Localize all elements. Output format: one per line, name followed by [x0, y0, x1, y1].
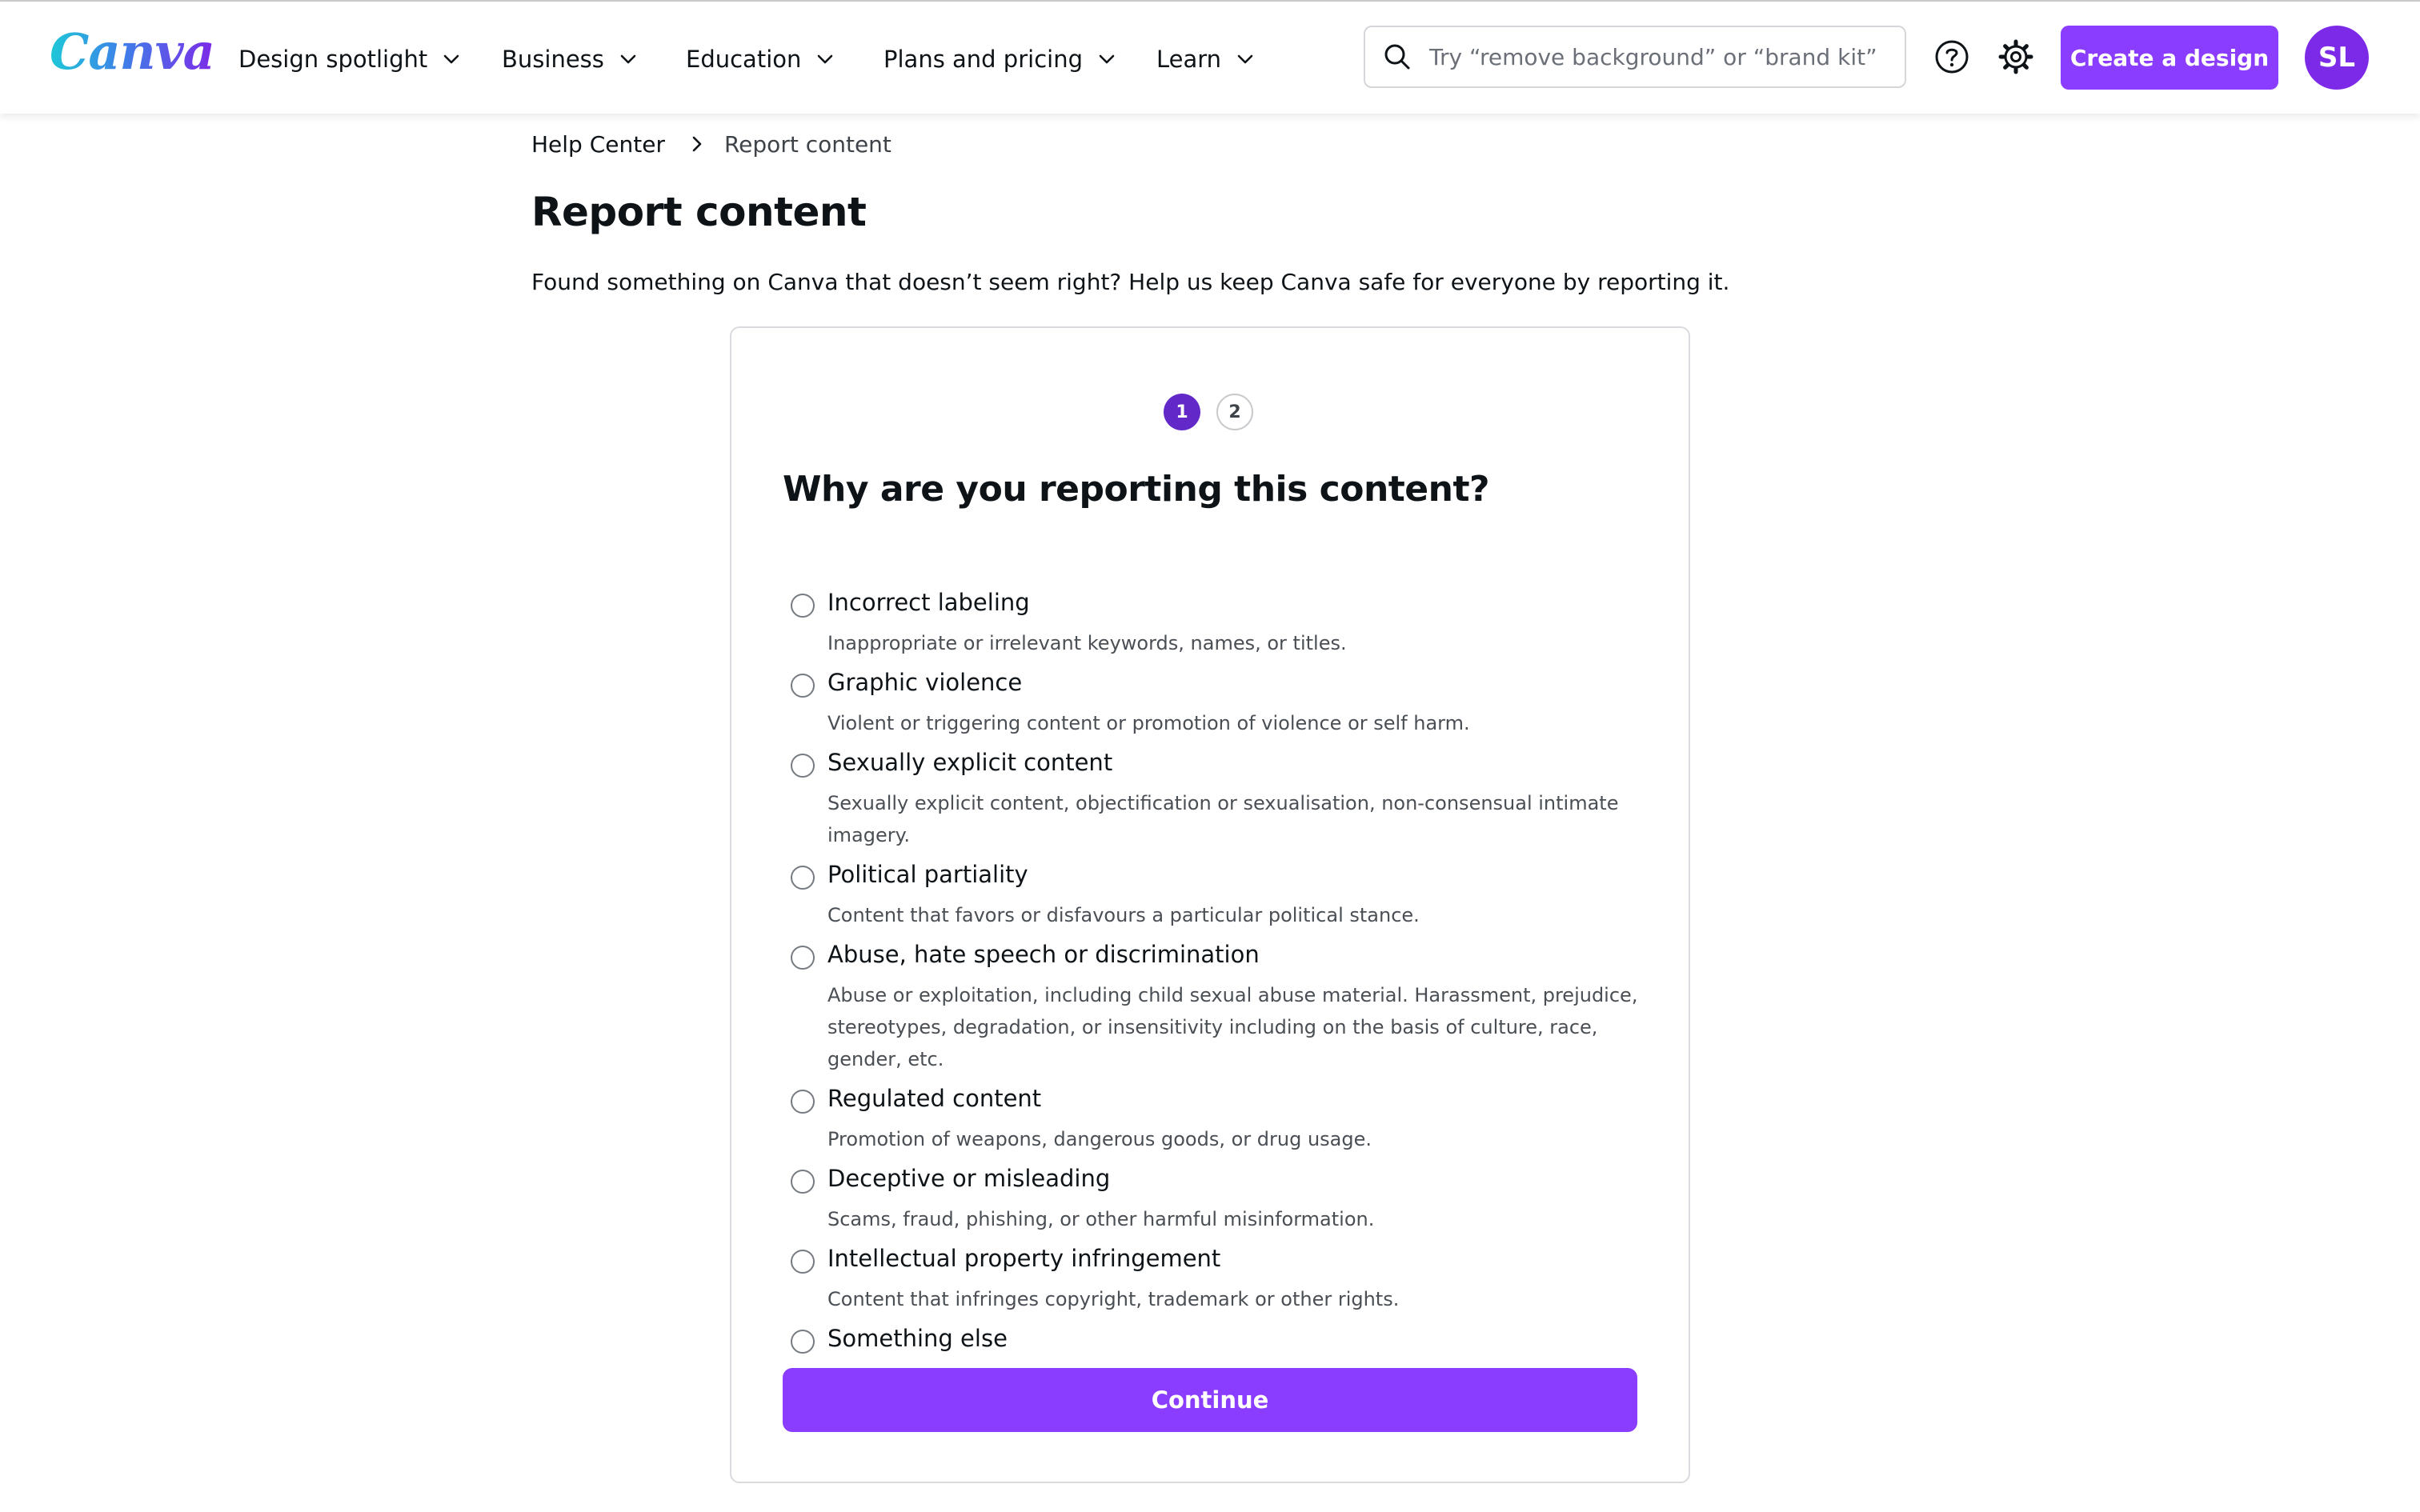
nav-learn[interactable]: Learn	[1156, 40, 1255, 78]
chevron-down-icon	[1099, 54, 1115, 64]
search-input[interactable]	[1428, 42, 1879, 71]
gear-icon	[1998, 39, 2033, 74]
step-2: 2	[1216, 394, 1253, 430]
option-description: Sexually explicit content, objectificati…	[827, 792, 1619, 846]
breadcrumb-help-center-link[interactable]: Help Center	[531, 131, 665, 158]
breadcrumb-current: Report content	[723, 130, 891, 158]
nav-label: Plans and pricing	[883, 46, 1083, 73]
chevron-down-icon	[620, 54, 636, 64]
chevron-right-icon	[689, 134, 705, 154]
radio-button[interactable]	[791, 674, 815, 698]
radio-button[interactable]	[791, 1090, 815, 1114]
nav-label: Learn	[1156, 46, 1222, 73]
option-label: Sexually explicit content	[827, 749, 1113, 776]
option-label: Graphic violence	[827, 669, 1023, 696]
radio-button[interactable]	[791, 1250, 815, 1274]
radio-button[interactable]	[791, 946, 815, 970]
nav-label: Education	[686, 46, 802, 73]
nav-label: Design spotlight	[238, 46, 428, 73]
option-label: Intellectual property infringement	[827, 1245, 1221, 1272]
nav-design-spotlight[interactable]: Design spotlight	[238, 40, 461, 78]
radio-button[interactable]	[791, 1170, 815, 1194]
radio-button[interactable]	[791, 594, 815, 618]
search-icon	[1384, 44, 1410, 70]
help-circle-icon	[1935, 40, 1969, 74]
option-description: Content that infringes copyright, tradem…	[827, 1288, 1400, 1310]
chevron-down-icon	[443, 54, 459, 64]
report-form-card: 1 2 Why are you reporting this content? …	[730, 326, 1690, 1483]
search-box[interactable]	[1364, 26, 1906, 88]
nav-label: Business	[502, 46, 604, 73]
step-1: 1	[1164, 394, 1200, 430]
option-label: Political partiality	[827, 861, 1028, 888]
breadcrumb: Help Center Report content	[531, 128, 891, 160]
chevron-down-icon	[1237, 54, 1253, 64]
option-label: Something else	[827, 1325, 1008, 1352]
option-description: Abuse or exploitation, including child s…	[827, 984, 1638, 1070]
option-description: Scams, fraud, phishing, or other harmful…	[827, 1208, 1375, 1230]
create-a-design-button[interactable]: Create a design	[2061, 26, 2278, 90]
radio-button[interactable]	[791, 866, 815, 890]
canva-logo[interactable]: Canva	[50, 22, 215, 81]
option-label: Incorrect labeling	[827, 589, 1030, 616]
nav-education[interactable]: Education	[686, 40, 835, 78]
page-title: Report content	[531, 189, 867, 235]
option-label: Regulated content	[827, 1085, 1042, 1112]
option-description: Content that favors or disfavours a part…	[827, 904, 1420, 926]
step-indicator: 1 2	[1164, 394, 1253, 430]
form-question: Why are you reporting this content?	[783, 469, 1490, 510]
option-description: Violent or triggering content or promoti…	[827, 712, 1470, 734]
nav-plans-and-pricing[interactable]: Plans and pricing	[883, 40, 1116, 78]
option-description: Promotion of weapons, dangerous goods, o…	[827, 1128, 1372, 1150]
continue-button[interactable]: Continue	[783, 1368, 1637, 1432]
settings-button[interactable]	[1997, 38, 2034, 75]
top-navigation-bar: Canva Design spotlight Business Educatio…	[0, 2, 2420, 114]
radio-button[interactable]	[791, 754, 815, 778]
nav-business[interactable]: Business	[502, 40, 638, 78]
page-intro: Found something on Canva that doesn’t se…	[531, 269, 1730, 295]
option-label: Deceptive or misleading	[827, 1165, 1111, 1192]
chevron-down-icon	[818, 54, 833, 64]
option-label: Abuse, hate speech or discrimination	[827, 941, 1260, 968]
option-description: Inappropriate or irrelevant keywords, na…	[827, 632, 1347, 654]
avatar[interactable]: SL	[2305, 26, 2369, 90]
help-button[interactable]	[1933, 38, 1970, 75]
radio-button[interactable]	[791, 1330, 815, 1354]
